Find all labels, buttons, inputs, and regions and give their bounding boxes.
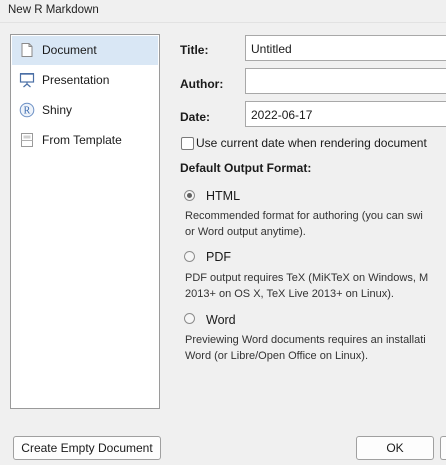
pdf-description-line2: 2013+ on OS X, TeX Live 2013+ on Linux). bbox=[185, 288, 394, 300]
word-option-label[interactable]: Word bbox=[206, 313, 236, 327]
title-input[interactable]: Untitled bbox=[245, 35, 446, 61]
date-label: Date: bbox=[180, 110, 211, 124]
word-radio[interactable] bbox=[184, 313, 195, 324]
pdf-description-line1: PDF output requires TeX (MiKTeX on Windo… bbox=[185, 272, 429, 284]
sidebar-item-document[interactable]: Document bbox=[12, 36, 158, 65]
default-output-format-heading: Default Output Format: bbox=[180, 161, 312, 175]
sidebar-item-label: From Template bbox=[42, 133, 122, 147]
sidebar-item-from-template[interactable]: From Template bbox=[12, 126, 158, 155]
sidebar-item-label: Shiny bbox=[42, 103, 73, 117]
word-description-line2: Word (or Libre/Open Office on Linux). bbox=[185, 350, 369, 362]
html-description-line2: or Word output anytime). bbox=[185, 226, 306, 238]
template-type-list: Document Presentation R Shiny From Templ… bbox=[10, 34, 160, 409]
author-input[interactable] bbox=[245, 68, 446, 94]
date-input[interactable]: 2022-06-17 bbox=[245, 101, 446, 127]
shiny-r-icon: R bbox=[19, 102, 35, 118]
author-label: Author: bbox=[180, 77, 224, 91]
window-title: New R Markdown bbox=[8, 4, 99, 16]
sidebar-item-presentation[interactable]: Presentation bbox=[12, 66, 158, 95]
title-bar: New R Markdown bbox=[0, 0, 446, 23]
document-icon bbox=[21, 43, 33, 57]
html-option-label[interactable]: HTML bbox=[206, 189, 240, 203]
presentation-icon bbox=[19, 73, 35, 88]
cancel-button[interactable] bbox=[440, 436, 446, 460]
sidebar-item-label: Document bbox=[42, 43, 97, 57]
create-empty-document-button[interactable]: Create Empty Document bbox=[13, 436, 161, 460]
html-description-line1: Recommended format for authoring (you ca… bbox=[185, 210, 423, 222]
svg-text:R: R bbox=[24, 106, 31, 117]
word-description-line1: Previewing Word documents requires an in… bbox=[185, 334, 426, 346]
use-current-date-label[interactable]: Use current date when rendering document bbox=[196, 136, 427, 150]
pdf-option-label[interactable]: PDF bbox=[206, 250, 231, 264]
sidebar-item-label: Presentation bbox=[42, 73, 110, 87]
use-current-date-checkbox[interactable] bbox=[181, 137, 194, 150]
template-icon bbox=[21, 133, 33, 147]
ok-button[interactable]: OK bbox=[356, 436, 434, 460]
title-label: Title: bbox=[180, 43, 209, 57]
sidebar-item-shiny[interactable]: R Shiny bbox=[12, 96, 158, 125]
html-radio[interactable] bbox=[184, 190, 195, 201]
pdf-radio[interactable] bbox=[184, 251, 195, 262]
